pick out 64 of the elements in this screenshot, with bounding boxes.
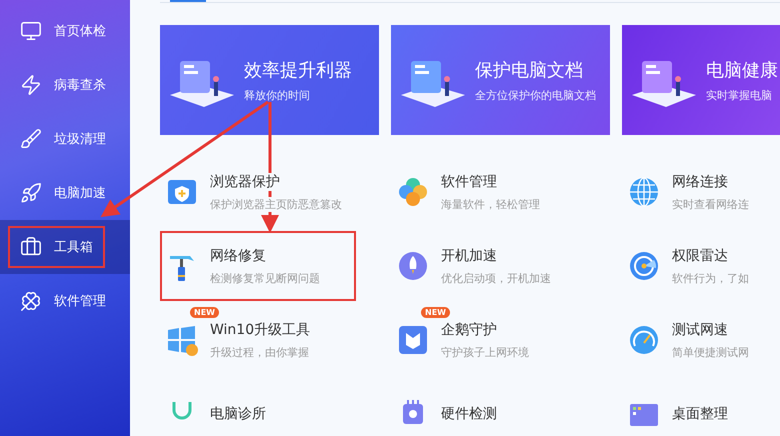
tool-description: 保护浏览器主页防恶意篡改	[210, 196, 342, 212]
banner-subtitle: 全方位保护你的电脑文档	[475, 88, 596, 102]
tool-item[interactable]: 权限雷达 软件行为，了如	[622, 231, 780, 301]
tool-name: 软件管理	[441, 172, 497, 190]
sidebar-item[interactable]: 首页体检	[0, 4, 130, 58]
new-badge: NEW	[421, 307, 450, 318]
new-badge: NEW	[190, 307, 219, 318]
clover-icon	[397, 176, 429, 208]
tool-description: 守护孩子上网环境	[441, 344, 529, 360]
promo-banner[interactable]: 保护电脑文档 全方位保护你的电脑文档	[391, 25, 610, 135]
tool-item[interactable]: 浏览器保护 保护浏览器主页防恶意篡改	[160, 157, 379, 227]
tool-item[interactable]: 测试网速 简单便捷测试网	[622, 305, 780, 375]
tab-indicator	[170, 0, 206, 2]
shield-m-icon	[397, 324, 429, 356]
rocket-icon	[397, 250, 429, 282]
tool-name: 权限雷达	[672, 246, 728, 264]
clover-icon	[20, 290, 42, 312]
tool-name: 开机加速	[441, 246, 497, 264]
tool-item[interactable]: 硬件检测	[391, 379, 610, 436]
tool-name: 企鹅守护	[441, 320, 497, 338]
sidebar-item[interactable]: 病毒查杀	[0, 58, 130, 112]
brush-icon	[20, 128, 42, 150]
tool-description: 简单便捷测试网	[672, 344, 749, 360]
radar-icon	[628, 250, 660, 282]
tool-name: 硬件检测	[441, 405, 497, 423]
globe-icon	[628, 176, 660, 208]
tool-item[interactable]: 电脑诊所	[160, 379, 379, 436]
banner-title: 电脑健康	[706, 58, 778, 82]
tool-name: Win10升级工具	[210, 320, 310, 338]
tool-item[interactable]: 开机加速 优化启动项，开机加速	[391, 231, 610, 301]
banner-subtitle: 释放你的时间	[244, 88, 311, 102]
sidebar-item[interactable]: 工具箱	[0, 220, 130, 274]
briefcase-icon	[20, 236, 42, 258]
rocket-icon	[20, 182, 42, 204]
tool-item[interactable]: 网络修复 检测修复常见断网问题	[160, 231, 356, 301]
banner-subtitle: 实时掌握电脑	[706, 88, 773, 102]
windows-logo-icon	[166, 324, 198, 356]
gauge-icon	[628, 324, 660, 356]
banner-title: 保护电脑文档	[475, 58, 584, 82]
tool-name: 测试网速	[672, 320, 728, 338]
tool-name: 浏览器保护	[210, 172, 280, 190]
tool-description: 实时查看网络连	[672, 196, 749, 212]
tool-item[interactable]: NEW 企鹅守护 守护孩子上网环境	[391, 305, 610, 375]
tool-name: 桌面整理	[672, 405, 728, 423]
tool-item[interactable]: 软件管理 海量软件，轻松管理	[391, 157, 610, 227]
tool-description: 升级过程，由你掌握	[210, 344, 309, 360]
tool-item[interactable]: 网络连接 实时查看网络连	[622, 157, 780, 227]
monitor-icon	[20, 20, 42, 42]
tool-description: 检测修复常见断网问题	[210, 270, 320, 286]
tool-item[interactable]: NEW Win10升级工具 升级过程，由你掌握	[160, 305, 379, 375]
promo-banner[interactable]: 效率提升利器 释放你的时间	[160, 25, 379, 135]
tool-name: 电脑诊所	[210, 405, 266, 423]
sidebar-item[interactable]: 软件管理	[0, 274, 130, 328]
tool-name: 网络修复	[210, 246, 266, 264]
sidebar-item[interactable]: 电脑加速	[0, 166, 130, 220]
banner-title: 效率提升利器	[244, 58, 352, 82]
tool-item[interactable]: 桌面整理	[622, 379, 780, 436]
lightning-icon	[20, 74, 42, 96]
tool-description: 海量软件，轻松管理	[441, 196, 540, 212]
tool-name: 网络连接	[672, 172, 728, 190]
tool-description: 软件行为，了如	[672, 270, 749, 286]
sidebar-item[interactable]: 垃圾清理	[0, 112, 130, 166]
promo-banner[interactable]: 电脑健康 实时掌握电脑	[622, 25, 780, 135]
tool-description: 优化启动项，开机加速	[441, 270, 551, 286]
